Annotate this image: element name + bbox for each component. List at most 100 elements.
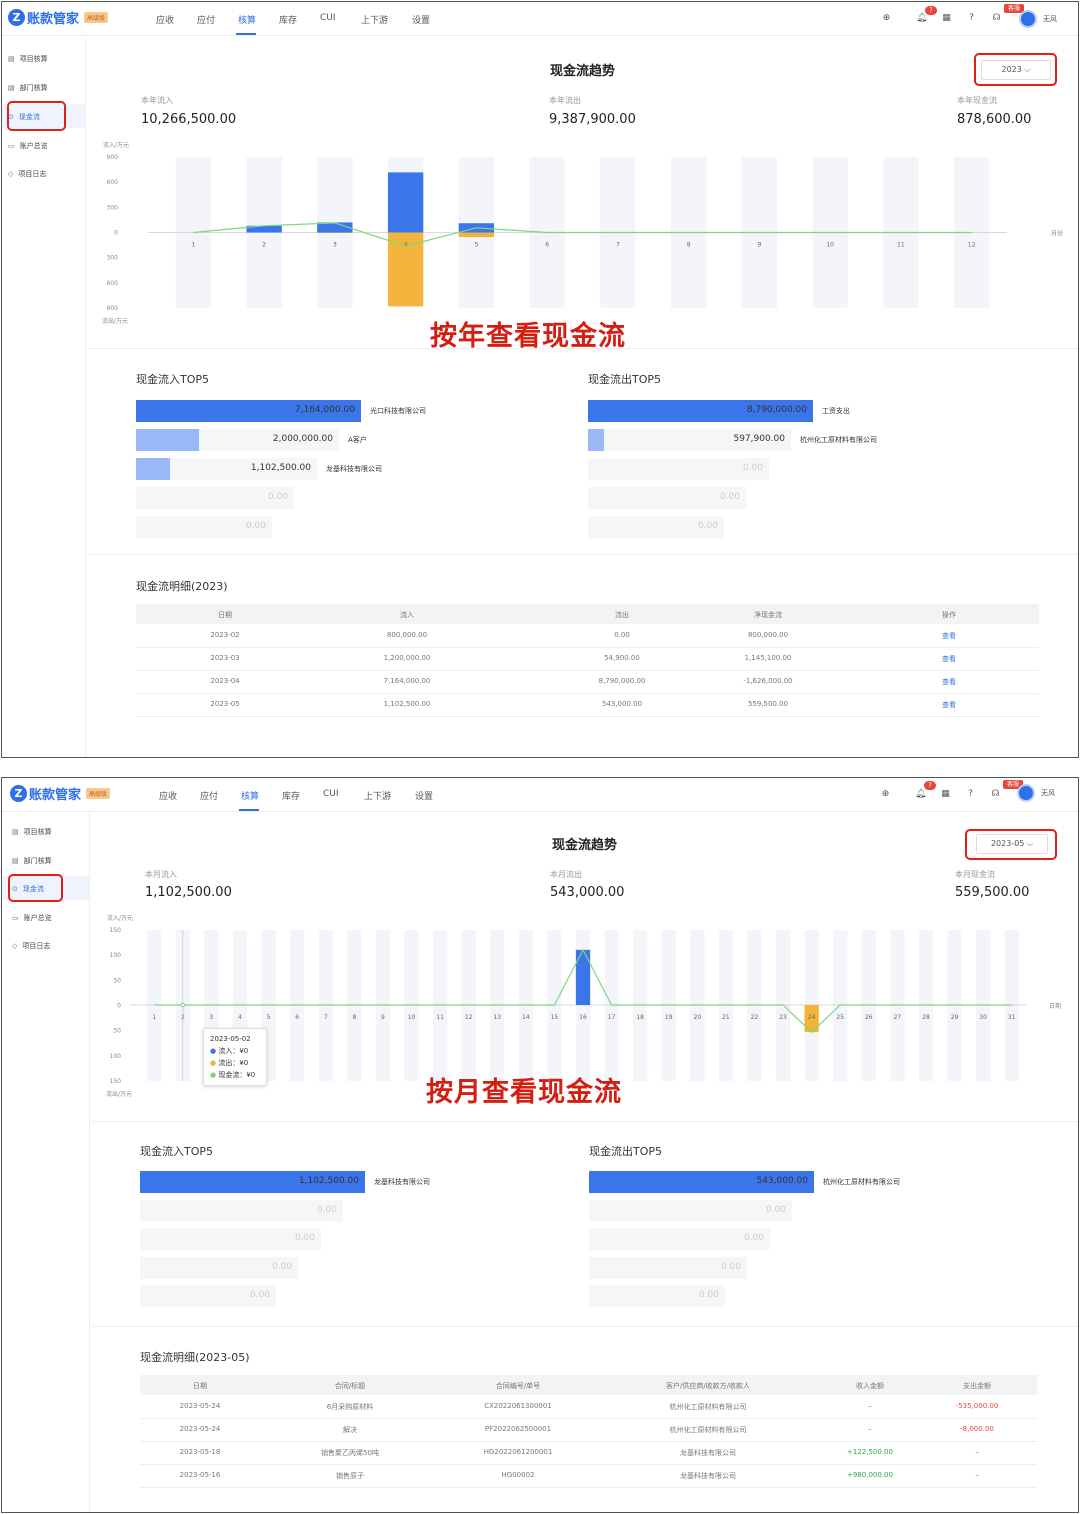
table-cell: -8,000.00 bbox=[960, 1424, 994, 1433]
table-cell: 1,102,500.00 bbox=[383, 699, 431, 708]
table-header bbox=[140, 1375, 1037, 1395]
table-row-divider bbox=[140, 1418, 1037, 1419]
view-link[interactable]: 查看 bbox=[942, 677, 956, 687]
x-tick-label: 12 bbox=[465, 1014, 473, 1021]
x-tick-label: 27 bbox=[894, 1014, 902, 1021]
y-tick-label: 900 bbox=[107, 154, 119, 161]
top5-bar-fill bbox=[588, 429, 604, 451]
table-cell: CX2022061300001 bbox=[484, 1401, 552, 1410]
x-tick-label: 29 bbox=[951, 1014, 959, 1021]
top5-name[interactable]: 光口科技有限公司 bbox=[370, 406, 426, 416]
table-header-cell: 日期 bbox=[193, 1382, 207, 1390]
top5-value: 0.00 bbox=[743, 1233, 764, 1243]
table-cell: -1,626,000.00 bbox=[743, 676, 793, 685]
x-tick-label: 3 bbox=[210, 1014, 214, 1021]
table-cell: 龙基科技有限公司 bbox=[680, 1448, 736, 1457]
tooltip-outflow: ● 流出：¥0 bbox=[210, 1059, 249, 1067]
table-cell: 2023-05-18 bbox=[179, 1447, 221, 1456]
top5-row: 0.00 bbox=[588, 516, 924, 538]
top5-name[interactable]: 工资支出 bbox=[822, 406, 850, 416]
cashflow-chart-yearly: 9006003000300600900月份1 2 3 4 5 6 7 8 9 10 11 12 bbox=[107, 154, 1063, 312]
table-cell: 销售原子 bbox=[336, 1471, 364, 1480]
tooltip-net: ● 现金流：¥0 bbox=[210, 1071, 256, 1079]
top5-row: 0.00 bbox=[589, 1285, 925, 1307]
table-cell: 54,900.00 bbox=[604, 653, 640, 662]
x-tick-label: 4 bbox=[238, 1014, 242, 1021]
x-tick-label: 16 bbox=[579, 1014, 587, 1021]
top5-name[interactable]: 龙基科技有限公司 bbox=[326, 464, 382, 474]
top5-value: 1,102,500.00 bbox=[250, 463, 311, 473]
table-cell: 800,000.00 bbox=[386, 630, 428, 639]
y-tick-label: 900 bbox=[107, 305, 119, 312]
y-tick-label: 600 bbox=[107, 280, 119, 287]
y-tick-label: 150 bbox=[110, 1078, 122, 1085]
top5-row: 597,900.00 杭州化工原材料有限公司 bbox=[588, 429, 991, 451]
table-row-divider bbox=[136, 647, 1039, 648]
top5-track bbox=[140, 1199, 343, 1222]
table-cell: -535,000.00 bbox=[955, 1401, 999, 1410]
top-in-title: 现金流入TOP5 bbox=[136, 373, 210, 386]
table-row-divider bbox=[136, 693, 1039, 694]
table-header-cell: 净现金流 bbox=[754, 611, 782, 619]
top5-value: 0.00 bbox=[765, 1204, 786, 1215]
view-link[interactable]: 查看 bbox=[942, 700, 956, 710]
table-cell: – bbox=[868, 1424, 872, 1433]
table-cell: HG2022061200001 bbox=[483, 1447, 553, 1456]
top5-value: 8,790,000.00 bbox=[746, 405, 807, 415]
top5-row: 0.00 bbox=[136, 516, 472, 538]
top5-row: 1,102,500.00 龙基科技有限公司 bbox=[136, 458, 517, 480]
top5-value: 0.00 bbox=[267, 492, 288, 502]
detail-title: 现金流明细(2023) bbox=[136, 580, 228, 593]
x-axis-unit-label: 月份 bbox=[1051, 230, 1063, 238]
top-out-title: 现金流出TOP5 bbox=[588, 373, 662, 386]
table-cell: 2023-05-16 bbox=[179, 1470, 221, 1479]
top5-name[interactable]: 杭州化工原材料有限公司 bbox=[823, 1177, 900, 1187]
x-tick-label: 13 bbox=[493, 1014, 501, 1021]
top5-name[interactable]: A客户 bbox=[348, 435, 367, 445]
x-tick-label: 1 bbox=[152, 1014, 156, 1021]
x-tick-label: 17 bbox=[608, 1014, 616, 1021]
table-header-cell: 客户/供应商/收款方/收款人 bbox=[665, 1382, 751, 1390]
table-cell: 543,000.00 bbox=[601, 699, 643, 708]
table-header-cell: 合同/标题 bbox=[334, 1382, 366, 1390]
x-tick-label: 10 bbox=[826, 242, 834, 249]
x-tick-label: 15 bbox=[551, 1014, 559, 1021]
top5-row: 0.00 bbox=[589, 1256, 947, 1279]
top5-row: 2,000,000.00 A客户 bbox=[136, 429, 539, 451]
y-tick-label: 100 bbox=[110, 952, 122, 959]
table-cell: – bbox=[975, 1447, 979, 1456]
top5-name[interactable]: 杭州化工原材料有限公司 bbox=[800, 435, 877, 445]
top5-value: 0.00 bbox=[294, 1233, 315, 1243]
table-cell: 0.00 bbox=[614, 630, 630, 639]
view-link[interactable]: 查看 bbox=[942, 631, 956, 641]
x-tick-label: 24 bbox=[808, 1014, 816, 1021]
table-header-cell: 流入 bbox=[400, 611, 414, 619]
top5-row: 543,000.00 杭州化工原材料有限公司 bbox=[589, 1171, 1014, 1193]
top5-row: 0.00 bbox=[140, 1285, 476, 1307]
table-cell: 8,790,000.00 bbox=[598, 676, 646, 685]
y-tick-label: 300 bbox=[107, 255, 119, 262]
table-cell: 2023-05 bbox=[210, 699, 240, 708]
table-cell: 559,500.00 bbox=[747, 699, 789, 708]
top5-row: 0.00 bbox=[136, 487, 494, 509]
divider bbox=[92, 1121, 1078, 1122]
view-link[interactable]: 查看 bbox=[942, 654, 956, 664]
top5-row: 0.00 bbox=[589, 1199, 992, 1222]
table-cell: 2023-03 bbox=[210, 653, 240, 662]
table-header-cell: 流出 bbox=[615, 611, 629, 619]
top5-name[interactable]: 龙基科技有限公司 bbox=[374, 1177, 430, 1187]
top5-value: 0.00 bbox=[271, 1261, 292, 1272]
x-tick-label: 6 bbox=[545, 242, 549, 249]
table-cell: 2023-02 bbox=[210, 630, 240, 639]
top5-value: 597,900.00 bbox=[733, 434, 785, 444]
table-cell: 1,200,000.00 bbox=[383, 653, 431, 662]
cashflow-chart-monthly: 15010050050100150日期123456789101112131415… bbox=[110, 927, 1061, 1085]
table-header-cell: 操作 bbox=[942, 611, 956, 619]
x-tick-label: 11 bbox=[897, 242, 905, 249]
x-tick-label: 6 bbox=[295, 1014, 299, 1021]
table-cell: 800,000.00 bbox=[747, 630, 789, 639]
tooltip-inflow: ● 流入：¥0 bbox=[210, 1047, 249, 1055]
y-tick-label: 50 bbox=[113, 977, 121, 984]
yearly-cashflow-screen: Z 账款管家 高级版 应收 应付 核算 库存 CUI 上下游 设置 ⊕ 🔔︎ 7 ▦… bbox=[1, 1, 1079, 758]
x-tick-label: 5 bbox=[474, 242, 478, 249]
